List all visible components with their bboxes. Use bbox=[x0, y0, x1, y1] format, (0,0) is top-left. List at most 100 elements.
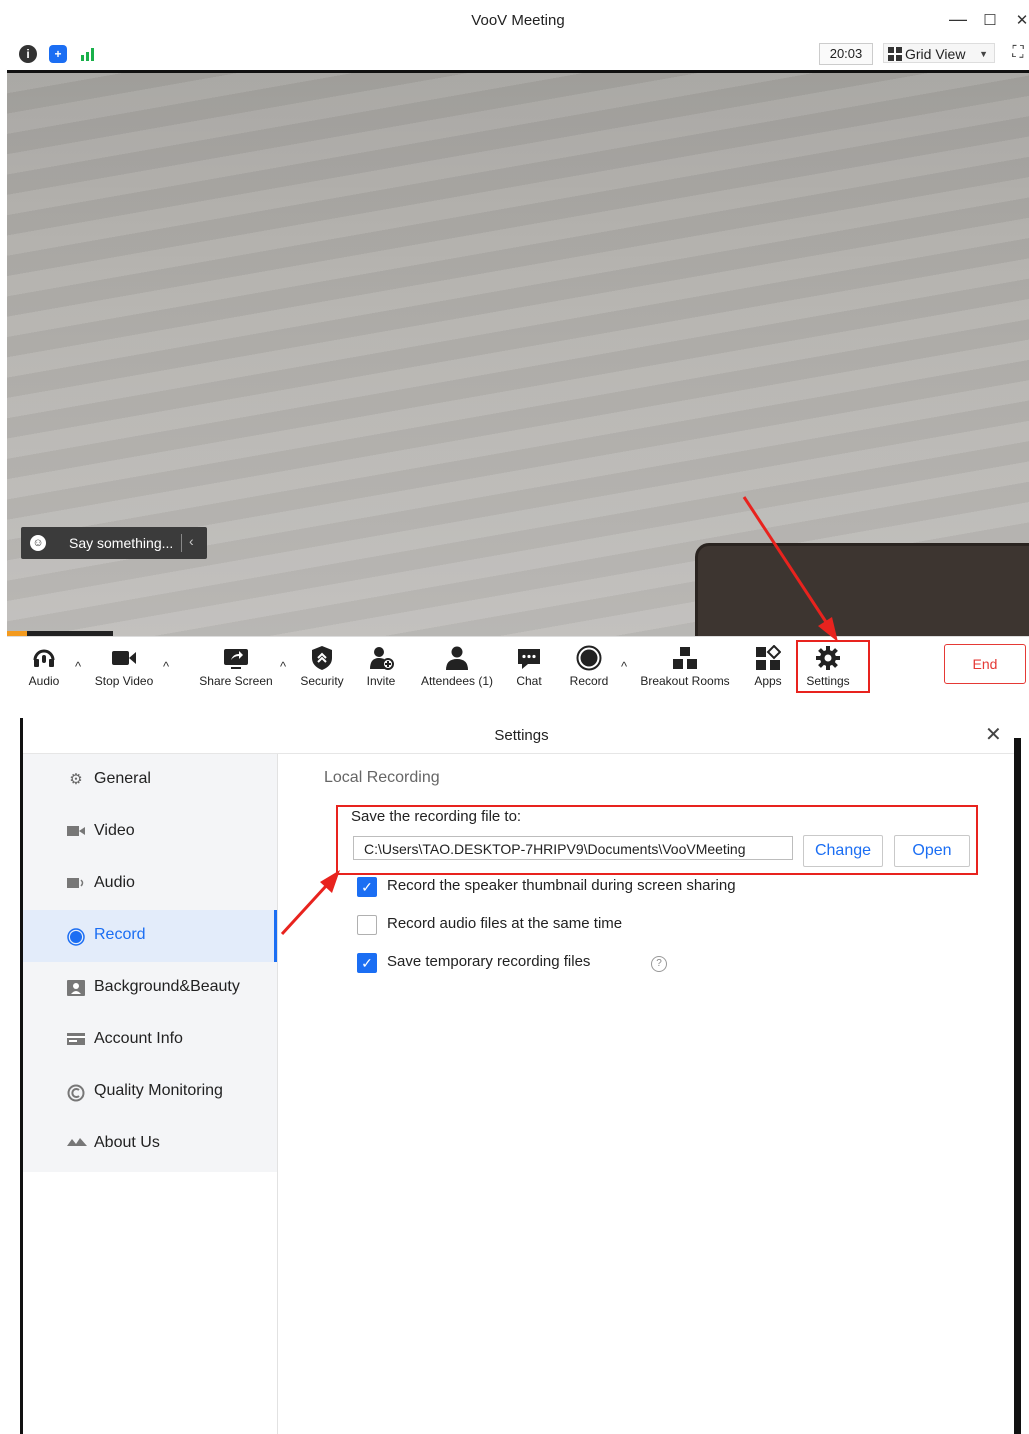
sidebar-item-audio[interactable]: Audio bbox=[23, 858, 277, 910]
account-icon bbox=[67, 1032, 85, 1048]
sidebar-item-label: Video bbox=[94, 822, 135, 839]
record-audio-files-label: Record audio files at the same time bbox=[387, 915, 623, 932]
view-mode-dropdown[interactable]: Grid View ▼ bbox=[883, 43, 995, 63]
sidebar-item-about-us[interactable]: About Us bbox=[23, 1118, 277, 1170]
stop-video-label: Stop Video bbox=[94, 674, 154, 688]
record-icon bbox=[67, 928, 85, 946]
sidebar-divider bbox=[277, 754, 278, 1434]
security-label: Security bbox=[300, 674, 344, 688]
chat-input-placeholder: Say something... bbox=[69, 535, 174, 551]
share-screen-icon bbox=[223, 645, 249, 671]
info-icon[interactable]: i bbox=[19, 45, 37, 63]
security-button[interactable]: Security bbox=[297, 639, 347, 688]
record-options-chevron-icon[interactable]: ^ bbox=[621, 659, 627, 674]
chat-input[interactable]: ☺ Say something... ‹ bbox=[21, 527, 207, 559]
section-title: Local Recording bbox=[324, 769, 440, 786]
background-icon bbox=[67, 980, 85, 996]
speaker-thumbnail-label: Record the speaker thumbnail during scre… bbox=[387, 877, 736, 894]
sidebar-item-general[interactable]: ⚙ General bbox=[23, 754, 277, 806]
sidebar-item-label: Audio bbox=[94, 874, 135, 891]
divider bbox=[181, 534, 182, 552]
audio-options-chevron-icon[interactable]: ^ bbox=[75, 659, 81, 674]
video-background-object bbox=[695, 543, 1029, 636]
speaker-thumbnail-checkbox[interactable]: ✓ bbox=[357, 877, 377, 897]
meeting-time: 20:03 bbox=[819, 43, 873, 65]
view-mode-label: Grid View bbox=[905, 46, 966, 62]
sidebar-item-label: Quality Monitoring bbox=[94, 1082, 223, 1099]
chevron-down-icon: ▼ bbox=[979, 49, 988, 59]
record-label: Record bbox=[569, 674, 609, 688]
end-meeting-button[interactable]: End bbox=[944, 644, 1026, 684]
breakout-rooms-button[interactable]: Breakout Rooms bbox=[637, 639, 733, 688]
settings-highlight-box bbox=[796, 640, 870, 693]
sidebar-item-label: Record bbox=[94, 926, 146, 943]
stop-video-button[interactable]: Stop Video bbox=[91, 639, 157, 688]
minimize-button[interactable]: — bbox=[947, 9, 969, 30]
video-area: ☺ Say something... ‹ bbox=[7, 70, 1029, 636]
attendees-icon bbox=[444, 645, 470, 671]
sidebar-item-label: Background&Beauty bbox=[94, 978, 240, 995]
close-button[interactable]: ✕ bbox=[1011, 11, 1029, 29]
chat-button[interactable]: Chat bbox=[513, 639, 545, 688]
settings-title: Settings bbox=[494, 727, 549, 744]
attendees-button[interactable]: Attendees (1) bbox=[415, 639, 499, 688]
breakout-rooms-icon bbox=[672, 645, 698, 671]
apps-icon bbox=[755, 644, 782, 671]
apps-button[interactable]: Apps bbox=[749, 639, 787, 688]
settings-window: Settings ✕ ⚙ General Video Audio Record bbox=[20, 718, 1020, 1434]
save-temporary-files-checkbox[interactable]: ✓ bbox=[357, 953, 377, 973]
invite-button[interactable]: Invite bbox=[361, 639, 401, 688]
sidebar-item-record[interactable]: Record bbox=[23, 910, 277, 962]
chevron-left-icon[interactable]: ‹ bbox=[189, 533, 194, 549]
breakout-rooms-label: Breakout Rooms bbox=[640, 674, 730, 688]
grid-icon bbox=[888, 47, 902, 61]
speaker-icon bbox=[67, 876, 85, 892]
signal-icon[interactable] bbox=[79, 45, 97, 63]
video-options-chevron-icon[interactable]: ^ bbox=[163, 659, 169, 674]
audio-button[interactable]: Audio bbox=[21, 639, 67, 688]
maximize-button[interactable]: ☐ bbox=[979, 11, 1001, 29]
sidebar-item-background-beauty[interactable]: Background&Beauty bbox=[23, 962, 277, 1014]
settings-window-edge bbox=[1014, 738, 1021, 1434]
record-icon bbox=[576, 645, 602, 671]
window-title: VooV Meeting bbox=[471, 12, 565, 29]
record-audio-files-checkbox[interactable] bbox=[357, 915, 377, 935]
fullscreen-button[interactable]: ⛶ bbox=[1007, 44, 1029, 62]
share-screen-label: Share Screen bbox=[199, 674, 273, 688]
sidebar-item-label: Account Info bbox=[94, 1030, 183, 1047]
title-bar: VooV Meeting — ☐ ✕ bbox=[7, 0, 1029, 41]
quality-icon bbox=[67, 1084, 85, 1102]
shield-icon[interactable]: + bbox=[49, 45, 67, 63]
invite-label: Invite bbox=[366, 674, 396, 688]
help-icon[interactable]: ? bbox=[651, 956, 667, 972]
sidebar-item-label: General bbox=[94, 770, 151, 787]
security-shield-icon bbox=[309, 645, 335, 671]
save-location-highlight-box bbox=[336, 805, 978, 875]
video-icon bbox=[67, 824, 85, 840]
meeting-window: VooV Meeting — ☐ ✕ i + 20:03 Grid View ▼… bbox=[7, 0, 1029, 695]
meeting-info-bar: i + bbox=[7, 40, 1029, 68]
share-options-chevron-icon[interactable]: ^ bbox=[280, 659, 286, 674]
headset-icon bbox=[31, 645, 57, 671]
audio-label: Audio bbox=[28, 674, 60, 688]
invite-user-icon bbox=[368, 645, 394, 671]
close-icon[interactable]: ✕ bbox=[985, 722, 1002, 747]
sidebar-item-video[interactable]: Video bbox=[23, 806, 277, 858]
save-temporary-files-label: Save temporary recording files bbox=[387, 953, 591, 970]
attendees-label: Attendees (1) bbox=[420, 674, 494, 688]
chat-label: Chat bbox=[516, 674, 542, 688]
video-camera-icon bbox=[111, 645, 137, 671]
share-screen-button[interactable]: Share Screen bbox=[197, 639, 275, 688]
settings-header: Settings ✕ bbox=[23, 718, 1020, 754]
gear-icon: ⚙ bbox=[69, 771, 83, 788]
record-button[interactable]: Record bbox=[567, 639, 611, 688]
apps-label: Apps bbox=[754, 674, 782, 688]
emoji-icon[interactable]: ☺ bbox=[30, 535, 46, 551]
meeting-toolbar: Audio ^ Stop Video ^ Share Screen ^ Secu… bbox=[7, 636, 1029, 695]
sidebar-item-quality-monitoring[interactable]: Quality Monitoring bbox=[23, 1066, 277, 1118]
about-icon bbox=[67, 1136, 87, 1152]
chat-icon bbox=[516, 645, 542, 671]
settings-sidebar: ⚙ General Video Audio Record Background&… bbox=[23, 754, 277, 1172]
sidebar-item-account-info[interactable]: Account Info bbox=[23, 1014, 277, 1066]
sidebar-item-label: About Us bbox=[94, 1134, 160, 1151]
